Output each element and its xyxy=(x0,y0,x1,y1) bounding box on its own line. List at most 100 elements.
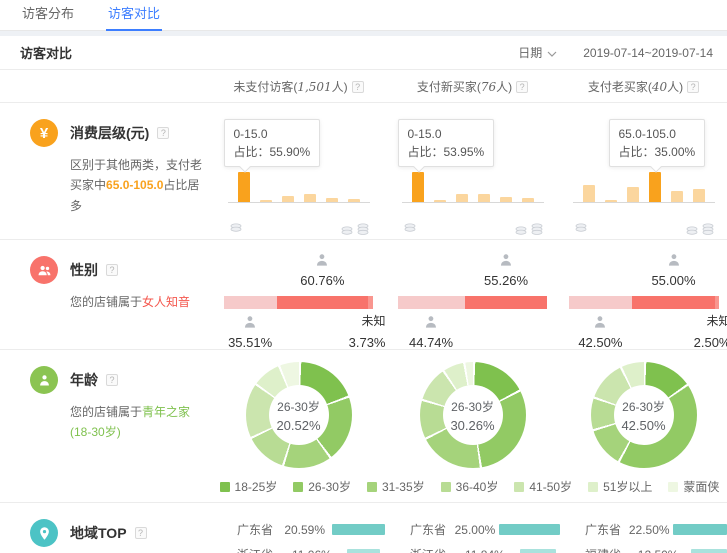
region-value: 22.50% xyxy=(629,523,673,537)
consume-bar-segment[interactable] xyxy=(456,194,468,202)
consume-bar-segment[interactable] xyxy=(304,194,316,202)
unknown-percent: 未知2.50% xyxy=(694,312,727,354)
help-icon[interactable]: ? xyxy=(352,81,364,93)
donut-center-label: 26-30岁30.26% xyxy=(443,385,503,445)
column-header-unpaid: 未支付访客(1,501人)? xyxy=(212,78,385,95)
donut-center-label: 26-30岁20.52% xyxy=(269,385,329,445)
consume-bar-segment[interactable] xyxy=(478,194,490,202)
region-bar xyxy=(332,524,385,535)
consume-bar-segment[interactable] xyxy=(693,189,705,202)
legend-item[interactable]: 31-35岁 xyxy=(367,478,425,495)
tab-bar: 访客分布 访客对比 xyxy=(0,0,727,31)
donut-center-label: 26-30岁42.50% xyxy=(614,385,674,445)
coin-stack-icon xyxy=(531,223,544,242)
consume-bar-segment[interactable] xyxy=(238,172,250,202)
legend-item[interactable]: 51岁以上 xyxy=(588,478,652,495)
male-icon xyxy=(592,314,608,333)
help-icon[interactable]: ? xyxy=(157,127,169,139)
gender-stacked-bar[interactable] xyxy=(569,296,719,309)
consume-chart-unpaid: 0-15.0占比：55.90% xyxy=(212,103,385,239)
coin-stack-icon xyxy=(357,223,370,242)
gender-segment-male[interactable] xyxy=(398,296,465,309)
section-age: 年龄 ? 您的店铺属于青年之家(18-30岁) 26-30岁20.52% 26-… xyxy=(0,350,727,503)
tab-visitor-compare[interactable]: 访客对比 xyxy=(106,0,162,30)
legend-swatch xyxy=(514,482,524,492)
tab-visitor-distribution[interactable]: 访客分布 xyxy=(20,0,76,30)
region-row: 广东省20.59% xyxy=(237,517,385,542)
tooltip-range: 0-15.0 xyxy=(408,125,485,143)
legend-item[interactable]: 26-30岁 xyxy=(293,478,351,495)
legend-label: 18-25岁 xyxy=(235,478,278,495)
region-name: 广东省 xyxy=(237,521,284,538)
gender-segment-female[interactable] xyxy=(277,296,368,309)
date-type-select[interactable]: 日期 xyxy=(518,44,557,61)
region-name: 浙江省 xyxy=(410,546,465,553)
legend-item[interactable]: 18-25岁 xyxy=(220,478,278,495)
gender-segment-male[interactable] xyxy=(569,296,633,309)
help-icon[interactable]: ? xyxy=(516,81,528,93)
help-icon[interactable]: ? xyxy=(106,264,118,276)
yen-icon: ¥ xyxy=(30,119,58,147)
consume-bar-segment[interactable] xyxy=(412,172,424,202)
tooltip-value: 占比：55.90% xyxy=(234,143,311,161)
section-geo-top: 地域TOP ? 您的访客聚集在广东省 广东省20.59%浙江省11.06% 广东… xyxy=(0,503,727,553)
tooltip-value: 占比：35.00% xyxy=(619,143,696,161)
consume-bar-segment[interactable] xyxy=(627,187,639,202)
region-bar xyxy=(520,549,556,553)
region-name: 广东省 xyxy=(410,521,455,538)
x-axis xyxy=(228,202,370,203)
age-donut-old-buyer[interactable]: 26-30岁42.50% xyxy=(591,362,697,468)
legend-label: 蒙面侠 xyxy=(683,478,719,495)
gender-stacked-bar[interactable] xyxy=(224,296,374,309)
section-consume-level: ¥ 消费层级(元) ? 区别于其他两类，支付老买家中65.0-105.0占比居多… xyxy=(0,103,727,240)
section-gender: 性别 ? 您的店铺属于女人知音 60.76%35.51%未知3.73% 55.2… xyxy=(0,240,727,350)
coin-stack-icon xyxy=(575,223,588,238)
column-headers: 未支付访客(1,501人)? 支付新买家(76人)? 支付老买家(40人)? xyxy=(0,70,727,103)
age-donut-new-buyer[interactable]: 26-30岁30.26% xyxy=(420,362,526,468)
coin-stack-icon xyxy=(230,223,243,238)
gender-segment-female[interactable] xyxy=(465,296,548,309)
help-icon[interactable]: ? xyxy=(687,81,699,93)
gender-segment-unknown[interactable] xyxy=(715,296,719,309)
male-icon xyxy=(242,314,258,333)
column-header-old-buyer: 支付老买家(40人)? xyxy=(560,78,727,95)
age-legend: 18-25岁 26-30岁 31-35岁 36-40岁 41-50岁 51岁以上 蒙面侠 xyxy=(212,478,727,495)
legend-label: 31-35岁 xyxy=(382,478,425,495)
chart-tooltip: 0-15.0占比：53.95% xyxy=(398,119,495,167)
region-bar xyxy=(499,524,560,535)
gender-segment-unknown[interactable] xyxy=(368,296,374,309)
legend-swatch xyxy=(588,482,598,492)
coin-stack-icon xyxy=(702,223,715,242)
card-header: 访客对比 日期 2019-07-14~2019-07-14 xyxy=(0,36,727,70)
legend-swatch xyxy=(293,482,303,492)
legend-item[interactable]: 36-40岁 xyxy=(441,478,499,495)
tooltip-range: 0-15.0 xyxy=(234,125,311,143)
gender-stacked-bar[interactable] xyxy=(398,296,548,309)
consume-bar-segment[interactable] xyxy=(649,172,661,202)
visitor-compare-card: 访客对比 日期 2019-07-14~2019-07-14 未支付访客(1,50… xyxy=(0,36,727,553)
consume-bar-segment[interactable] xyxy=(671,191,683,202)
age-donut-unpaid[interactable]: 26-30岁20.52% xyxy=(246,362,352,468)
help-icon[interactable]: ? xyxy=(106,374,118,386)
region-row: 广东省25.00% xyxy=(410,517,560,542)
section-title-age: 年龄 xyxy=(70,370,98,390)
gender-segment-female[interactable] xyxy=(632,296,715,309)
section-desc-age: 您的店铺属于青年之家(18-30岁) xyxy=(70,402,206,443)
consume-bar-segment[interactable] xyxy=(583,185,595,202)
male-icon xyxy=(423,314,439,333)
region-value: 25.00% xyxy=(455,523,500,537)
section-title-consume: 消费层级(元) xyxy=(70,123,149,143)
female-percent: 60.76% xyxy=(300,273,344,288)
legend-item[interactable]: 41-50岁 xyxy=(514,478,572,495)
region-row: 浙江省11.06% xyxy=(237,542,385,553)
gender-chart-old-buyer: 55.00%42.50%未知2.50% xyxy=(560,240,727,349)
help-icon[interactable]: ? xyxy=(135,527,147,539)
legend-label: 51岁以上 xyxy=(603,478,652,495)
section-title-geo: 地域TOP xyxy=(70,523,127,543)
date-range-value[interactable]: 2019-07-14~2019-07-14 xyxy=(583,46,713,60)
legend-item[interactable]: 蒙面侠 xyxy=(668,478,719,495)
legend-label: 26-30岁 xyxy=(308,478,351,495)
female-percent: 55.26% xyxy=(484,273,528,288)
region-value: 20.59% xyxy=(284,523,331,537)
gender-segment-male[interactable] xyxy=(224,296,277,309)
